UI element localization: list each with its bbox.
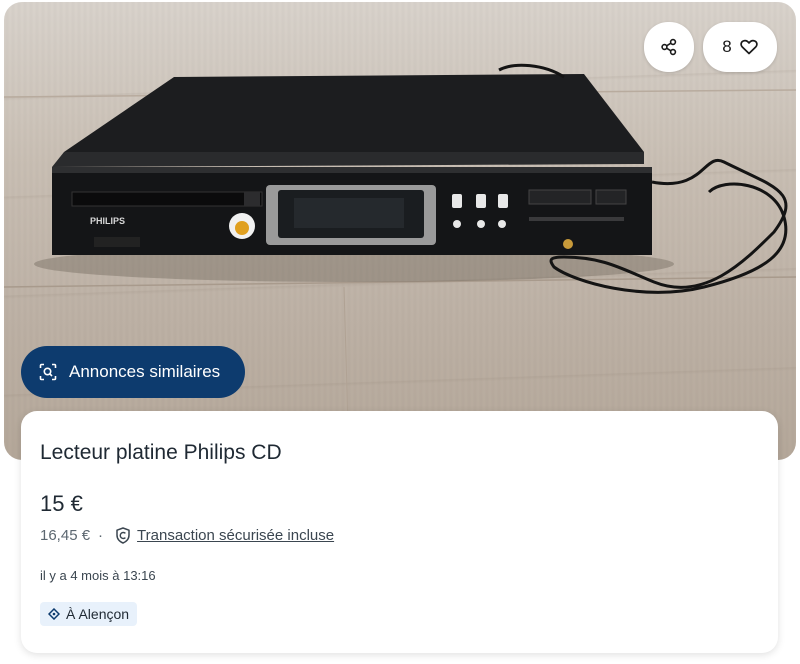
secure-transaction-link[interactable]: Transaction sécurisée incluse xyxy=(137,527,334,544)
price-with-fee: 16,45 € xyxy=(40,527,91,544)
favorite-count: 8 xyxy=(722,37,732,56)
brand-text: PHILIPS xyxy=(90,216,125,226)
share-icon xyxy=(660,38,678,56)
location-diamond-icon xyxy=(48,608,60,620)
image-search-icon xyxy=(39,363,57,381)
listing-price: 15 € xyxy=(40,491,83,516)
similar-ads-button[interactable]: Annonces similaires xyxy=(21,346,245,398)
listing-title: Lecteur platine Philips CD xyxy=(40,441,282,464)
separator-dot: · xyxy=(98,527,104,544)
shield-icon xyxy=(115,527,131,544)
price-details-row: 16,45 € · Transaction sécurisée incluse xyxy=(40,527,334,544)
similar-ads-label: Annonces similaires xyxy=(69,362,221,381)
location-label: À Alençon xyxy=(66,606,130,622)
posted-time: il y a 4 mois à 13:16 xyxy=(40,568,156,583)
favorite-button[interactable]: 8 xyxy=(703,22,777,72)
heart-icon xyxy=(740,39,758,55)
location-badge[interactable]: À Alençon xyxy=(40,602,138,626)
share-button[interactable] xyxy=(644,22,694,72)
listing-info-card: Lecteur platine Philips CD 15 € 16,45 € … xyxy=(21,411,778,653)
